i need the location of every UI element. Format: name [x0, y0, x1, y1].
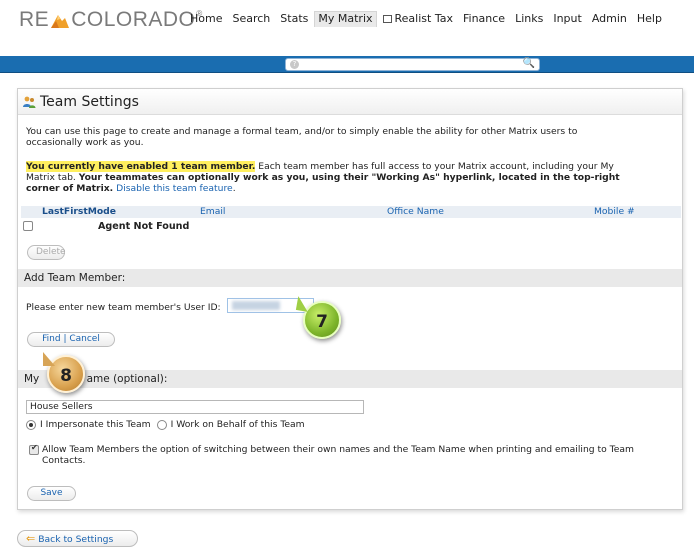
delete-button[interactable]: Delete	[27, 245, 66, 260]
mountain-logo-icon	[50, 11, 70, 29]
logo-text-re: RE	[19, 8, 50, 31]
table-row-name: Agent Not Found	[98, 221, 190, 232]
recolorado-logo[interactable]: RE COLORADO ®	[19, 8, 203, 32]
team-settings-panel: Team Settings You can use this page to c…	[17, 88, 683, 510]
column-email[interactable]: Email	[200, 206, 226, 218]
back-to-settings-button[interactable]: ⇐ Back to Settings	[17, 530, 138, 547]
top-navigation: RE COLORADO ® Home Search Stats My Matri…	[0, 0, 694, 40]
allow-name-switching-label: Allow Team Members the option of switchi…	[42, 444, 634, 466]
impersonate-label: I Impersonate this Team	[40, 419, 151, 430]
team-status-notice: You currently have enabled 1 team member…	[26, 161, 626, 194]
callout-step-7: 7	[295, 296, 341, 339]
page-title: Team Settings	[40, 93, 139, 110]
work-on-behalf-radio[interactable]	[156, 419, 167, 430]
search-icon[interactable]: 🔍	[523, 58, 535, 69]
nav-admin[interactable]: Admin	[588, 11, 631, 27]
nav-stats[interactable]: Stats	[276, 11, 312, 27]
panel-header: Team Settings	[18, 89, 682, 115]
disable-team-feature-link[interactable]: Disable this team feature	[116, 183, 233, 194]
notice-end: .	[232, 183, 236, 194]
team-name-input[interactable]: House Sellers	[26, 400, 364, 414]
nav-realist-tax[interactable]: Realist Tax	[379, 11, 457, 27]
external-window-icon	[382, 15, 392, 23]
team-mode-radios: I Impersonate this Team I Work on Behalf…	[26, 419, 305, 430]
user-id-label: Please enter new team member's User ID:	[26, 302, 221, 313]
nav-realist-tax-label: Realist Tax	[394, 12, 453, 25]
nav-finance[interactable]: Finance	[459, 11, 509, 27]
cancel-button[interactable]: Cancel	[69, 334, 100, 344]
save-button[interactable]: Save	[27, 486, 76, 501]
nav-help[interactable]: Help	[633, 11, 666, 27]
nav-home[interactable]: Home	[186, 11, 226, 27]
enabled-count-highlight: You currently have enabled 1 team member…	[26, 161, 256, 172]
team-people-icon	[22, 95, 36, 109]
find-button[interactable]: Find	[42, 334, 60, 344]
row-select-checkbox[interactable]	[23, 221, 33, 231]
back-arrow-icon: ⇐	[26, 532, 36, 545]
nav-input[interactable]: Input	[549, 11, 585, 27]
help-icon[interactable]: ?	[290, 60, 299, 69]
team-name-header: My ame (optional):	[18, 370, 682, 388]
nav-search[interactable]: Search	[228, 11, 274, 27]
work-on-behalf-label: I Work on Behalf of this Team	[170, 419, 305, 430]
add-team-member-header: Add Team Member:	[18, 269, 682, 287]
logo-text-colorado: COLORADO	[71, 8, 196, 31]
impersonate-radio[interactable]	[26, 419, 36, 430]
intro-text: You can use this page to create and mana…	[26, 126, 578, 148]
nav-my-matrix[interactable]: My Matrix	[314, 11, 377, 27]
team-table-header: LastFirstMode Email Office Name Mobile #	[21, 206, 681, 218]
quick-search-input[interactable]: ? 🔍	[285, 58, 540, 71]
allow-name-switching-checkbox[interactable]	[29, 443, 39, 455]
column-mobile[interactable]: Mobile #	[594, 206, 635, 218]
column-lastfirstmode[interactable]: LastFirstMode	[42, 206, 116, 218]
team-name-header-end: ame (optional):	[86, 373, 168, 385]
column-office-name[interactable]: Office Name	[387, 206, 444, 218]
callout-step-8: 8	[43, 352, 85, 393]
main-menu: Home Search Stats My Matrix Realist Tax …	[186, 11, 668, 27]
team-name-header-start: My	[24, 373, 43, 385]
find-cancel-button-group: Find | Cancel	[27, 332, 115, 347]
back-to-settings-label: Back to Settings	[38, 534, 114, 545]
blurred-user-id	[232, 301, 280, 310]
nav-links[interactable]: Links	[511, 11, 547, 27]
